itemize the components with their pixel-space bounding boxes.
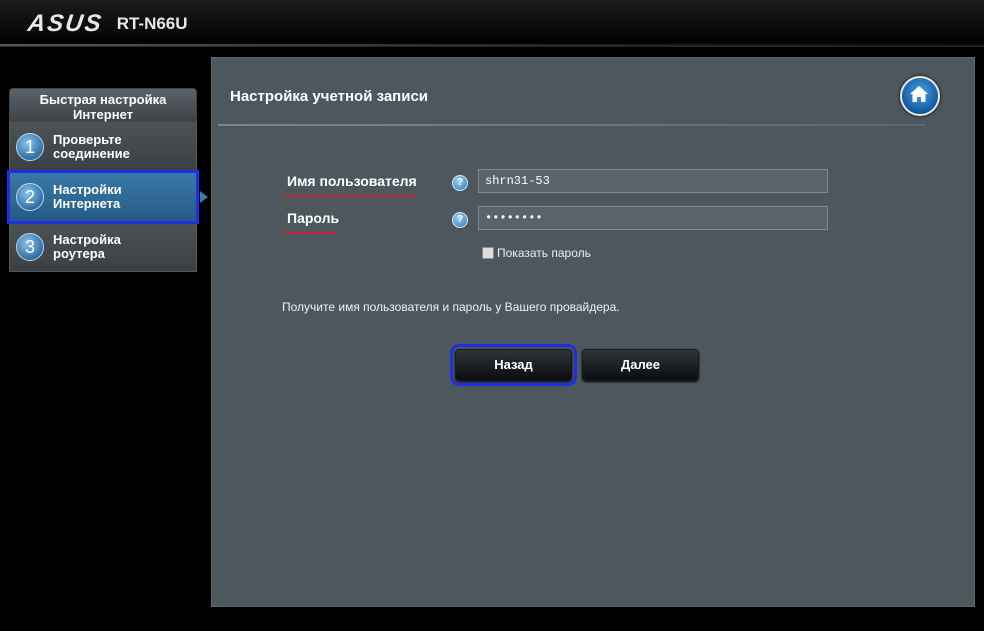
password-underline: [282, 232, 337, 234]
home-button[interactable]: [900, 76, 940, 116]
show-password-checkbox[interactable]: [482, 247, 494, 259]
username-input[interactable]: [478, 169, 828, 193]
home-icon: [910, 86, 928, 102]
label-line-1: Настройки: [53, 181, 122, 197]
password-label: Пароль: [287, 210, 340, 226]
label-line-1: Настройка: [53, 231, 121, 247]
sidebar-item-check-connection[interactable]: 1 Проверьте соединение: [9, 122, 197, 172]
page-title: Настройка учетной записи: [230, 88, 429, 105]
model-name: RT-N66U: [116, 14, 188, 33]
password-help-icon[interactable]: ?: [452, 212, 468, 228]
brand: ASUS RT-N66U: [26, 10, 188, 38]
sidebar-item-label: Проверьте соединение: [53, 131, 130, 161]
title-divider: [218, 124, 926, 126]
sidebar-item-router-setup[interactable]: 3 Настройка роутера: [9, 222, 197, 272]
username-help-icon[interactable]: ?: [452, 175, 468, 191]
label-line-1: Проверьте: [53, 131, 122, 147]
account-setup-panel: Настройка учетной записи Имя пользовател…: [211, 57, 975, 607]
label-line-2: роутера: [53, 245, 105, 261]
label-line-2: соединение: [53, 145, 130, 161]
next-button[interactable]: Далее: [582, 349, 699, 381]
back-button[interactable]: Назад: [450, 344, 577, 386]
step-1-icon: 1: [16, 132, 44, 161]
password-input[interactable]: [478, 206, 828, 230]
sidebar-item-label: Настройки Интернета: [53, 181, 122, 211]
step-3-icon: 3: [16, 232, 44, 261]
sidebar-item-label: Настройка роутера: [53, 231, 121, 261]
sidebar-item-internet-settings[interactable]: 2 Настройки Интернета: [7, 170, 208, 224]
quick-setup-sidebar: Быстрая настройка Интернет 1 Проверьте с…: [7, 88, 208, 272]
username-label: Имя пользователя: [287, 173, 417, 189]
show-password-label: Показать пароль: [497, 246, 591, 260]
step-2-icon: 2: [16, 182, 44, 211]
sidebar-title: Быстрая настройка Интернет: [9, 88, 197, 122]
label-line-2: Интернета: [53, 195, 121, 211]
provider-hint: Получите имя пользователя и пароль у Ваш…: [282, 300, 620, 314]
active-indicator-arrow-icon: [200, 191, 208, 203]
top-header: ASUS RT-N66U: [0, 0, 984, 47]
username-underline: [282, 195, 417, 197]
asus-logo: ASUS: [26, 10, 105, 37]
header-divider: [0, 44, 984, 46]
